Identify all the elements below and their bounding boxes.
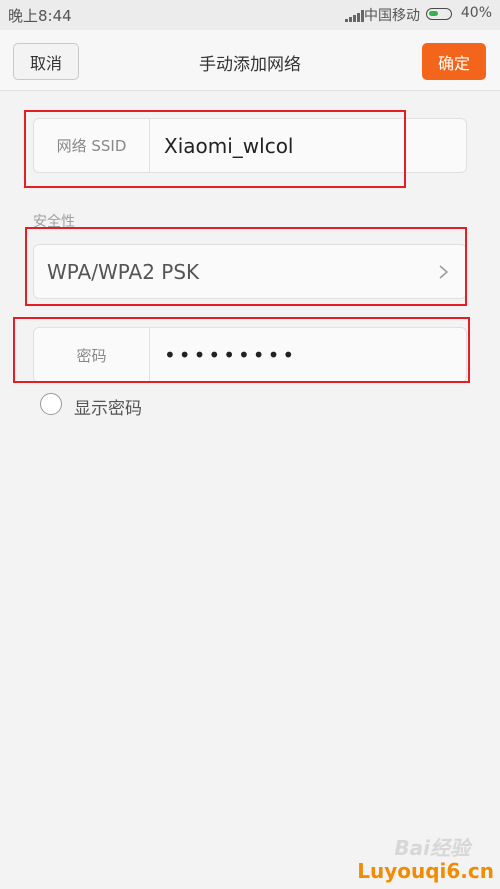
- status-right: 中国移动 40%: [342, 5, 492, 25]
- security-value: WPA/WPA2 PSK: [47, 259, 200, 284]
- title-bar: 取消 手动添加网络 确定: [0, 30, 500, 91]
- show-password-label: 显示密码: [74, 399, 142, 419]
- ssid-row: 网络 SSID Xiaomi_wlcol: [33, 118, 467, 173]
- signal-icon: [345, 10, 364, 22]
- confirm-button[interactable]: 确定: [422, 43, 486, 80]
- status-bar: 晚上8:44 中国移动 40%: [0, 0, 500, 30]
- password-row: 密码 •••••••••: [33, 327, 467, 383]
- watermark-baidu: Bai经验: [394, 836, 470, 860]
- security-section-label: 安全性: [33, 214, 75, 230]
- radio-unchecked-icon[interactable]: [40, 393, 62, 415]
- security-selector[interactable]: WPA/WPA2 PSK: [33, 244, 467, 299]
- chevron-right-icon: [439, 265, 448, 279]
- battery-percent: 40%: [460, 5, 492, 21]
- watermark: Bai经验 Luyouqi6.cn: [334, 836, 494, 883]
- ssid-label: 网络 SSID: [34, 119, 150, 172]
- password-label: 密码: [34, 328, 150, 382]
- carrier-name: 中国移动: [364, 8, 420, 24]
- battery-icon: [426, 8, 452, 20]
- ssid-input[interactable]: Xiaomi_wlcol: [164, 119, 294, 172]
- password-input[interactable]: •••••••••: [164, 328, 297, 382]
- status-time: 晚上8:44: [8, 7, 72, 25]
- watermark-site: Luyouqi6.cn: [357, 859, 494, 883]
